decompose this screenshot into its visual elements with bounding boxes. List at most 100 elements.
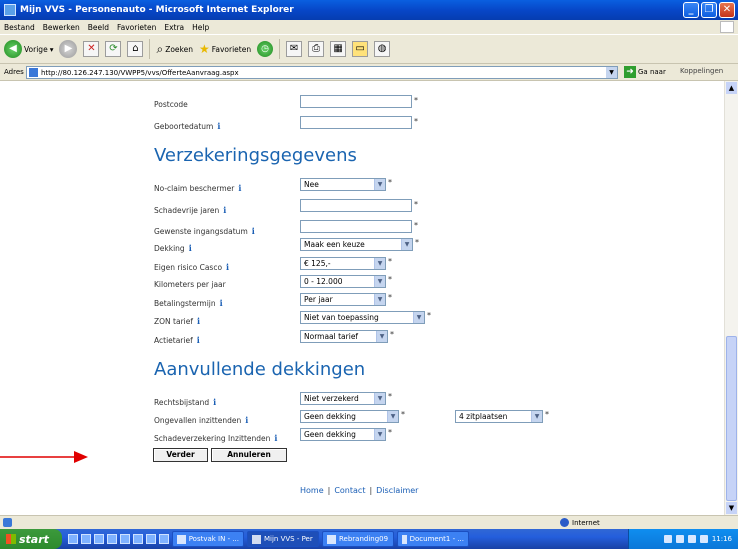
links-button[interactable]: Koppelingen	[680, 67, 723, 75]
info-icon[interactable]: i	[245, 415, 248, 425]
stop-button[interactable]: ✕	[83, 41, 100, 57]
info-icon[interactable]: i	[226, 262, 229, 272]
dekking-select[interactable]: Maak een keuze ▼	[300, 238, 413, 251]
maximize-button[interactable]: ❐	[701, 2, 717, 18]
folder-button[interactable]: ▭	[352, 41, 369, 57]
footer-contact-link[interactable]: Contact	[334, 486, 365, 495]
actie-select[interactable]: Normaal tarief ▼	[300, 330, 388, 343]
tray-icon[interactable]	[687, 535, 696, 543]
quick-launch-icon[interactable]	[133, 534, 143, 544]
quick-launch-icon[interactable]	[107, 534, 117, 544]
tray-icon[interactable]	[663, 535, 672, 543]
go-button[interactable]: ➜ Ga naar	[624, 66, 666, 78]
noclaim-select[interactable]: Nee ▼	[300, 178, 386, 191]
menu-favorieten[interactable]: Favorieten	[117, 23, 156, 32]
info-icon[interactable]: i	[220, 298, 223, 308]
info-icon[interactable]: i	[238, 183, 241, 193]
info-icon[interactable]: i	[197, 316, 200, 326]
tray-icon[interactable]	[699, 535, 708, 543]
postcode-label: Postcode	[154, 100, 188, 109]
schadeverzekering-select[interactable]: Geen dekking ▼	[300, 428, 386, 441]
betaling-label: Betalingstermijn i	[154, 298, 223, 308]
page-content: Postcode * Geboortedatum i * Verzekerings…	[0, 81, 724, 515]
taskbar-item-word[interactable]: Document1 - ...	[397, 531, 469, 547]
favorites-button[interactable]: ★ Favorieten	[199, 42, 251, 56]
required-marker: *	[388, 275, 392, 284]
edit-button[interactable]: ▦	[330, 41, 347, 57]
betaling-select[interactable]: Per jaar ▼	[300, 293, 386, 306]
info-icon[interactable]: i	[252, 226, 255, 236]
close-button[interactable]: ✕	[719, 2, 735, 18]
taskbar: start Postvak IN - ... Mijn VVS - Per Re…	[0, 529, 738, 549]
schadevrije-input[interactable]	[300, 199, 412, 212]
tray-icon[interactable]	[675, 535, 684, 543]
word-icon	[402, 534, 407, 544]
required-marker: *	[388, 257, 392, 266]
ongevallen-select[interactable]: Geen dekking ▼	[300, 410, 399, 423]
clock: 11:16	[711, 535, 732, 543]
menu-extra[interactable]: Extra	[164, 23, 184, 32]
quick-launch-icon[interactable]	[159, 534, 169, 544]
scroll-down-arrow-icon[interactable]: ▼	[726, 502, 737, 514]
info-icon[interactable]: i	[197, 335, 200, 345]
back-button[interactable]: ◀ Vorige ▾	[4, 40, 53, 58]
search-button[interactable]: ⌕ Zoeken	[156, 42, 193, 57]
chevron-down-icon: ▼	[374, 393, 385, 404]
scroll-up-arrow-icon[interactable]: ▲	[726, 82, 737, 94]
footer-home-link[interactable]: Home	[300, 486, 324, 495]
ie-app-icon	[4, 4, 16, 16]
address-dropdown-button[interactable]: ▼	[606, 67, 617, 78]
menu-bewerken[interactable]: Bewerken	[43, 23, 80, 32]
required-marker: *	[414, 117, 418, 126]
menu-help[interactable]: Help	[192, 23, 209, 32]
taskbar-item-folder[interactable]: Rebranding09	[322, 531, 394, 547]
quick-launch-icon[interactable]	[146, 534, 156, 544]
footer-disclaimer-link[interactable]: Disclaimer	[376, 486, 418, 495]
scrollbar-thumb[interactable]	[726, 336, 737, 501]
taskbar-item-outlook[interactable]: Postvak IN - ...	[172, 531, 244, 547]
mail-button[interactable]: ✉	[286, 41, 303, 57]
section-title-verzekeringsgegevens: Verzekeringsgegevens	[154, 145, 357, 166]
annuleren-button[interactable]: Annuleren	[211, 448, 287, 462]
dekking-label: Dekking i	[154, 243, 192, 253]
page-icon	[29, 68, 38, 77]
section-title-aanvullende-dekkingen: Aanvullende dekkingen	[154, 359, 366, 380]
home-button[interactable]: ⌂	[127, 41, 144, 57]
minimize-button[interactable]: _	[683, 2, 699, 18]
start-button[interactable]: start	[0, 529, 62, 549]
geboortedatum-input[interactable]	[300, 116, 412, 129]
rechtsbijstand-select[interactable]: Niet verzekerd ▼	[300, 392, 386, 405]
zitplaatsen-select[interactable]: 4 zitplaatsen ▼	[455, 410, 543, 423]
chevron-down-icon: ▼	[374, 429, 385, 440]
verder-button[interactable]: Verder	[153, 448, 208, 462]
address-input[interactable]: http://80.126.247.130/VWPP5/vvs/OfferteA…	[26, 66, 618, 79]
info-icon[interactable]: i	[274, 433, 277, 443]
menu-bestand[interactable]: Bestand	[4, 23, 35, 32]
ingangsdatum-input[interactable]	[300, 220, 412, 233]
info-icon[interactable]: i	[217, 121, 220, 131]
title-bar: Mijn VVS - Personenauto - Microsoft Inte…	[0, 0, 738, 20]
print-button[interactable]: ⎙	[308, 41, 325, 57]
refresh-button[interactable]: ⟳	[105, 41, 122, 57]
vertical-scrollbar[interactable]: ▲ ▼	[724, 81, 738, 515]
postcode-input[interactable]	[300, 95, 412, 108]
geboortedatum-label: Geboortedatum i	[154, 121, 221, 131]
messenger-button[interactable]: ◍	[374, 41, 391, 57]
quick-launch-icon[interactable]	[94, 534, 104, 544]
eigenrisico-select[interactable]: € 125,- ▼	[300, 257, 386, 270]
quick-launch-icon[interactable]	[120, 534, 130, 544]
quick-launch-icon[interactable]	[81, 534, 91, 544]
kilometers-select[interactable]: 0 - 12.000 ▼	[300, 275, 386, 288]
taskbar-item-ie[interactable]: Mijn VVS - Per	[247, 531, 319, 547]
info-icon[interactable]: i	[223, 205, 226, 215]
outlook-icon	[177, 534, 186, 544]
quick-launch-icon[interactable]	[68, 534, 78, 544]
history-button[interactable]: ◷	[257, 41, 274, 57]
zon-select[interactable]: Niet van toepassing ▼	[300, 311, 425, 324]
status-bar: Internet	[0, 515, 738, 529]
info-icon[interactable]: i	[213, 397, 216, 407]
info-icon[interactable]: i	[189, 243, 192, 253]
menu-beeld[interactable]: Beeld	[88, 23, 109, 32]
required-marker: *	[388, 293, 392, 302]
forward-button[interactable]: ▶	[59, 40, 78, 58]
